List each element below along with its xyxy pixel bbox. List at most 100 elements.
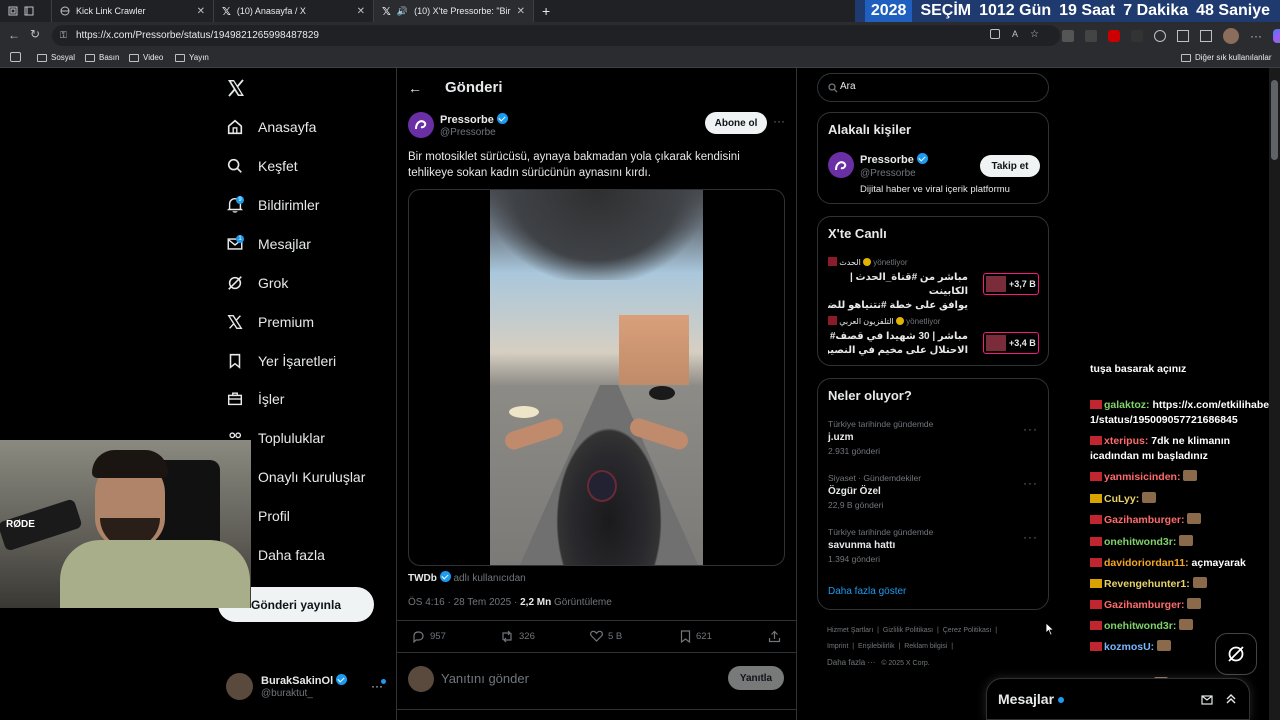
user-badge-icon — [1090, 642, 1102, 651]
tab-list-icon[interactable] — [24, 6, 34, 16]
live-status: yönetliyor — [873, 258, 908, 267]
messages-drawer[interactable]: Mesajlar — [986, 678, 1250, 720]
post-more-icon[interactable]: ··· — [773, 114, 785, 128]
close-tab-icon[interactable]: ✕ — [517, 6, 525, 17]
live-item[interactable]: التلفزيون العربي yönetliyor مباشر | 30 شه… — [828, 316, 1040, 368]
close-tab-icon[interactable]: ✕ — [197, 6, 205, 17]
follow-button[interactable]: Takip et — [980, 155, 1040, 177]
nav-item-4[interactable]: 1 Mesajlar — [226, 231, 311, 257]
footer-link[interactable]: Hizmet Şartları — [827, 627, 873, 634]
subscribe-button[interactable]: Abone ol — [705, 112, 767, 134]
youtube-extension-icon[interactable] — [1108, 30, 1120, 42]
trend-more-icon[interactable]: ··· — [1023, 476, 1038, 490]
site-info-icon[interactable]: ⚿ — [60, 30, 67, 41]
url-field[interactable]: ⚿ https://x.com/Pressorbe/status/1949821… — [52, 25, 1060, 46]
nav-item-6[interactable]: Premium — [226, 309, 314, 335]
extensions: ··· — [1062, 28, 1280, 44]
reply-input[interactable]: Yanıtını gönder — [441, 671, 529, 686]
reply-action[interactable]: 957 — [412, 630, 446, 643]
tab-x-home[interactable]: 𝕏 (10) Anasayfa / X ✕ — [214, 0, 374, 22]
author-name: Pressorbe — [440, 114, 494, 126]
footer-link[interactable]: Çerez Politikası — [943, 627, 992, 634]
trend-item[interactable]: Türkiye tarihinde gündemde savunma hattı 1… — [828, 527, 1038, 564]
messages-drawer-title: Mesajlar — [998, 691, 1055, 707]
back-icon[interactable]: ← — [8, 28, 20, 42]
grok-button[interactable] — [1215, 633, 1257, 675]
bookmark-folder[interactable]: Sosyal — [37, 53, 75, 62]
other-bookmarks[interactable]: Diğer sık kullanılanlar — [1181, 53, 1271, 62]
bookmark-action[interactable]: 621 — [680, 630, 712, 643]
scrollbar-thumb[interactable] — [1271, 80, 1278, 160]
app-available-icon[interactable] — [990, 29, 1000, 39]
collections-icon[interactable] — [1200, 30, 1212, 42]
profile-avatar[interactable] — [1223, 28, 1239, 44]
post-time[interactable]: ÖS 4:16 · 28 Tem 2025 · — [408, 597, 517, 608]
live-listeners[interactable]: +3,7 B — [983, 273, 1039, 295]
nav-label: Premium — [258, 314, 315, 330]
extension-icon[interactable] — [1062, 30, 1074, 42]
source-user[interactable]: TWDb — [408, 573, 437, 584]
reply-button[interactable]: Yanıtla — [728, 666, 784, 690]
author-name-row[interactable]: Pressorbe — [440, 113, 508, 126]
sidebar-toggle-icon[interactable] — [10, 52, 21, 62]
nav-item-2[interactable]: Keşfet — [226, 153, 298, 179]
share-icon[interactable] — [768, 630, 781, 643]
favorite-star-icon[interactable]: ☆ — [1030, 29, 1039, 40]
bookmark-folder[interactable]: Video — [129, 53, 163, 62]
extensions-puzzle-icon[interactable] — [1154, 30, 1166, 42]
footer-link[interactable]: Reklam bilgisi — [904, 643, 947, 650]
author-handle[interactable]: @Pressorbe — [440, 127, 496, 138]
expand-icon[interactable] — [1225, 692, 1237, 705]
speaker-icon[interactable]: 🔊 — [397, 6, 408, 17]
post-video[interactable] — [408, 189, 785, 566]
live-listeners[interactable]: +3,4 B — [983, 332, 1039, 354]
read-aloud-icon[interactable]: A — [1012, 29, 1018, 40]
nav-item-8[interactable]: İşler — [226, 386, 284, 412]
reload-icon[interactable]: ↻ — [30, 27, 40, 41]
back-arrow-icon[interactable]: ← — [408, 80, 422, 96]
new-tab-button[interactable]: + — [534, 3, 558, 19]
live-item[interactable]: الحدث yönetliyor مباشر من #قناة_الحدث | ا… — [828, 257, 1040, 311]
close-tab-icon[interactable]: ✕ — [357, 6, 365, 17]
search-box[interactable]: Ara — [817, 73, 1049, 102]
bookmark-folder[interactable]: Basın — [85, 53, 119, 62]
scrollbar-track[interactable] — [1269, 68, 1280, 720]
footer-more[interactable]: Daha fazla ··· — [827, 658, 875, 667]
tab-kick-link-crawler[interactable]: Kick Link Crawler ✕ — [52, 0, 214, 22]
author-avatar[interactable] — [408, 112, 434, 138]
trend-more-icon[interactable]: ··· — [1023, 530, 1038, 544]
bookmark-folder[interactable]: Yayın — [175, 53, 209, 62]
related-avatar[interactable] — [828, 152, 854, 178]
trend-item[interactable]: Türkiye tarihinde gündemde j.uzm 2.931 gön… — [828, 419, 1038, 456]
like-action[interactable]: 5 B — [590, 630, 622, 642]
tab-actions[interactable] — [0, 0, 52, 22]
account-switcher[interactable]: BurakSakinOl @buraktut_ ··· — [226, 671, 386, 701]
related-title: Alakalı kişiler — [828, 122, 912, 137]
show-more-link[interactable]: Daha fazla göster — [828, 586, 906, 597]
tab-x-post[interactable]: 𝕏 🔊 (10) X'te Pressorbe: "Bir moto ✕ — [374, 0, 534, 22]
footer-link[interactable]: Imprint — [827, 643, 848, 650]
nav-item-5[interactable]: Grok — [226, 270, 288, 296]
related-name-row[interactable]: Pressorbe — [860, 153, 928, 166]
copilot-icon[interactable] — [1273, 29, 1280, 43]
workspaces-icon[interactable] — [8, 6, 18, 16]
nav-label: Profil — [258, 508, 290, 524]
live-thumbnail — [986, 335, 1006, 351]
nav-item-1[interactable]: Anasayfa — [226, 114, 316, 140]
footer-link[interactable]: Erişilebilirlik — [858, 643, 895, 650]
trend-more-icon[interactable]: ··· — [1023, 422, 1038, 436]
new-message-icon[interactable] — [1201, 693, 1214, 706]
bookmark-label: Video — [143, 53, 164, 62]
menu-dots-icon[interactable]: ··· — [1250, 29, 1262, 43]
x-logo-icon[interactable] — [226, 78, 246, 98]
footer-link[interactable]: Gizlilik Politikası — [883, 627, 933, 634]
nav-item-3[interactable]: 9 Bildirimler — [226, 192, 319, 218]
repost-action[interactable]: 326 — [500, 630, 535, 643]
trend-item[interactable]: Siyaset · Gündemdekiler Özgür Özel 22,9 B … — [828, 473, 1038, 510]
extension-icon[interactable] — [1131, 30, 1143, 42]
user-badge-icon — [1090, 472, 1102, 481]
favorites-icon[interactable] — [1177, 30, 1189, 42]
nav-item-7[interactable]: Yer İşaretleri — [226, 348, 336, 374]
extension-icon[interactable] — [1085, 30, 1097, 42]
chat-text: tuşa basarak açınız — [1090, 363, 1187, 375]
